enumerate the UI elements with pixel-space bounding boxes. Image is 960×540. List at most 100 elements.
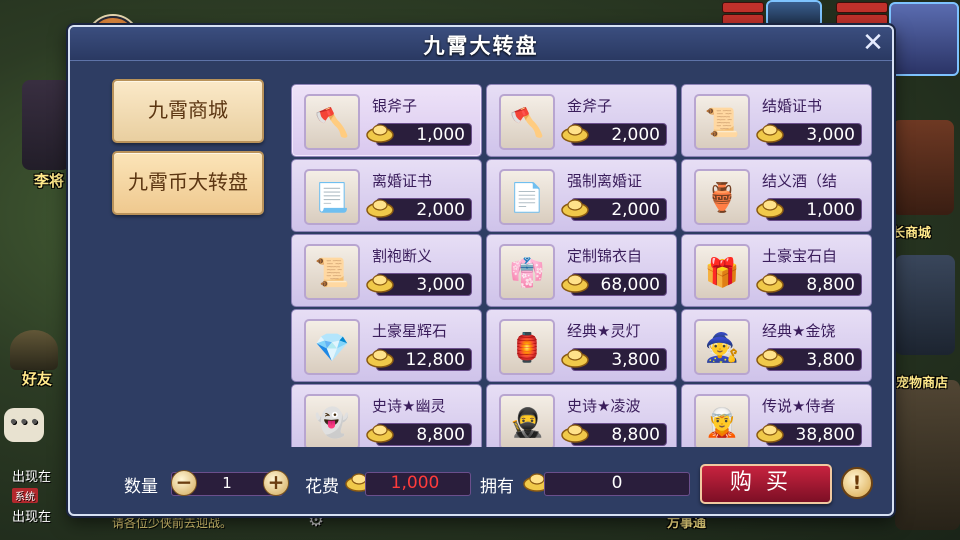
close-button[interactable]: ✕ xyxy=(860,30,886,56)
gold-ingot-icon xyxy=(560,270,590,294)
dialog-title: 九霄大转盘 xyxy=(423,34,539,58)
item-card[interactable]: 🧝 传说★侍者 38,800 xyxy=(681,384,872,447)
gold-ingot-icon xyxy=(755,420,785,444)
item-card[interactable]: 📄 强制离婚证 2,000 xyxy=(486,159,677,232)
owned-field: 0 xyxy=(544,472,690,496)
side-tab-mall[interactable]: 九霄商城 xyxy=(112,79,264,143)
side-tab-lucky-wheel[interactable]: 九霄币大转盘 xyxy=(112,151,264,215)
item-card[interactable]: 👻 史诗★幽灵 8,800 xyxy=(291,384,482,447)
item-card[interactable]: 🪓 银斧子 1,000 xyxy=(291,84,482,157)
hp-bar xyxy=(722,14,764,25)
swordswoman-hero-icon: 🥷 xyxy=(499,394,555,447)
bg-label-npc: 李将 xyxy=(34,172,65,190)
item-price-value: 8,800 xyxy=(611,425,660,445)
item-card[interactable]: 🎁 土豪宝石自 8,800 xyxy=(681,234,872,307)
gold-ingot-icon xyxy=(560,420,590,444)
item-price: 2,000 xyxy=(366,198,472,221)
divorce-scroll-icon: 📃 xyxy=(304,169,360,225)
gold-ingot-icon xyxy=(755,345,785,369)
player-portrait[interactable] xyxy=(766,0,822,28)
item-card[interactable]: 📜 结婚证书 3,000 xyxy=(681,84,872,157)
enemy-hp-bar xyxy=(836,14,888,25)
item-name: 割袍断义 xyxy=(372,247,433,265)
lantern-pet-icon: 🏮 xyxy=(499,319,555,375)
item-price: 2,000 xyxy=(561,198,667,221)
item-card[interactable]: 📜 割袍断义 3,000 xyxy=(291,234,482,307)
item-price: 38,800 xyxy=(756,423,862,446)
gold-ingot-icon xyxy=(755,120,785,144)
item-price-value: 3,800 xyxy=(611,350,660,370)
hooded-pet-icon: 🧙 xyxy=(694,319,750,375)
item-price-value: 3,000 xyxy=(806,125,855,145)
item-price-value: 3,000 xyxy=(416,275,465,295)
item-price: 12,800 xyxy=(366,348,472,371)
gold-ingot-icon xyxy=(560,120,590,144)
item-name: 土豪星辉石 xyxy=(372,322,448,340)
decrease-button[interactable]: − xyxy=(171,470,197,496)
background-building xyxy=(895,380,960,530)
item-price-value: 8,800 xyxy=(806,275,855,295)
item-name: 离婚证书 xyxy=(372,172,433,190)
item-card[interactable]: 🥷 史诗★凌波 8,800 xyxy=(486,384,677,447)
item-price-value: 2,000 xyxy=(611,125,660,145)
background-hat-npc xyxy=(10,330,58,370)
item-price: 68,000 xyxy=(561,273,667,296)
item-grid-scroll[interactable]: 🪓 银斧子 1,000 🪓 金斧子 2,000 📜 结婚证书 3,000 📃 离婚证书 2,000 📄 强… xyxy=(291,84,877,447)
enemy-hp-bar xyxy=(836,2,888,13)
item-name: 强制离婚证 xyxy=(567,172,643,190)
gold-ingot-icon xyxy=(365,120,395,144)
gold-ingot-icon xyxy=(365,270,395,294)
help-button[interactable]: ! xyxy=(841,467,873,499)
item-name: 土豪宝石自 xyxy=(762,247,838,265)
item-price: 8,800 xyxy=(561,423,667,446)
gold-ingot-icon xyxy=(365,195,395,219)
item-card[interactable]: 🧙 经典★金饶 3,800 xyxy=(681,309,872,382)
item-card[interactable]: 🏮 经典★灵灯 3,800 xyxy=(486,309,677,382)
item-card[interactable]: 💎 土豪星辉石 12,800 xyxy=(291,309,482,382)
item-price: 8,800 xyxy=(366,423,472,446)
owned-label: 拥有 xyxy=(480,477,514,497)
item-price: 8,800 xyxy=(756,273,862,296)
item-name: 定制锦衣自 xyxy=(567,247,643,265)
system-chat-tag: 系统 xyxy=(12,488,38,503)
cost-field: 1,000 xyxy=(365,472,471,496)
item-price-value: 38,800 xyxy=(795,425,855,445)
background-character-right-2 xyxy=(895,255,955,355)
chat-line: 出现在 xyxy=(12,470,52,485)
increase-button[interactable]: + xyxy=(263,470,289,496)
item-price: 1,000 xyxy=(366,123,472,146)
attendant-hero-icon: 🧝 xyxy=(694,394,750,447)
bg-label-pet-shop: 宠物商店 xyxy=(896,376,949,391)
item-card[interactable]: 🪓 金斧子 2,000 xyxy=(486,84,677,157)
item-card[interactable]: 👘 定制锦衣自 68,000 xyxy=(486,234,677,307)
chat-bubble-icon[interactable]: ••• xyxy=(4,408,44,442)
chat-line: 出现在 xyxy=(12,510,52,525)
item-price-value: 1,000 xyxy=(806,200,855,220)
item-price-value: 2,000 xyxy=(611,200,660,220)
gold-ingot-icon xyxy=(560,345,590,369)
quantity-label: 数量 xyxy=(124,477,158,497)
item-price: 3,800 xyxy=(756,348,862,371)
torn-robe-scroll-icon: 📜 xyxy=(304,244,360,300)
gold-ingot-icon xyxy=(755,270,785,294)
dialog-header: 九霄大转盘 ✕ xyxy=(70,27,892,61)
buy-button[interactable]: 购买 xyxy=(700,464,832,504)
item-name: 金斧子 xyxy=(567,97,613,115)
item-card[interactable]: 📃 离婚证书 2,000 xyxy=(291,159,482,232)
ghost-hero-icon: 👻 xyxy=(304,394,360,447)
item-card[interactable]: 🏺 结义酒（结 1,000 xyxy=(681,159,872,232)
gold-ingot-icon xyxy=(365,345,395,369)
gold-ingot-icon xyxy=(365,420,395,444)
item-name: 史诗★凌波 xyxy=(567,397,641,415)
gold-ingot-icon xyxy=(560,195,590,219)
item-name: 结婚证书 xyxy=(762,97,823,115)
item-price-value: 68,000 xyxy=(600,275,660,295)
target-portrait[interactable] xyxy=(889,2,959,76)
cost-value: 1,000 xyxy=(390,473,440,493)
background-character-right xyxy=(892,120,954,215)
silver-axe-icon: 🪓 xyxy=(304,94,360,150)
item-name: 银斧子 xyxy=(372,97,418,115)
wine-jar-icon: 🏺 xyxy=(694,169,750,225)
item-price-value: 8,800 xyxy=(416,425,465,445)
item-price-value: 2,000 xyxy=(416,200,465,220)
